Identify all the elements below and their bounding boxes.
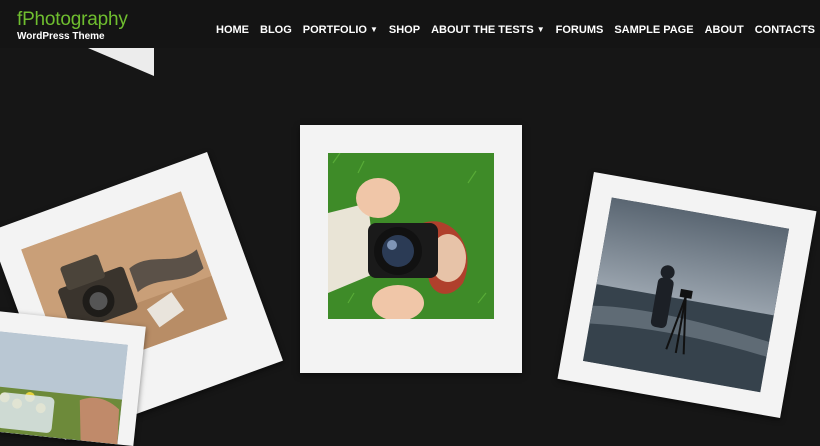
nav-label: PORTFOLIO [302,24,367,36]
nav-label: ABOUT THE TESTS [431,24,534,36]
nav-item-portfolio[interactable]: PORTFOLIO ▼ [303,24,378,36]
nav-item-forums[interactable]: FORUMS [556,24,604,36]
person-with-camera-photo [328,153,494,319]
nav-label: SHOP [388,24,421,36]
polaroid-person-with-camera[interactable] [300,125,522,373]
nav-label: BLOG [260,24,292,36]
nav-label: ABOUT [704,24,744,36]
nav-label: CONTACTS [754,24,815,36]
flowers-phone-photo [0,331,128,445]
chevron-down-icon: ▼ [536,24,545,34]
nav-item-contacts[interactable]: CONTACTS [755,24,815,36]
polaroid-photographer-beach[interactable] [557,171,817,419]
nav-label: HOME [216,24,249,36]
nav-item-sample-page[interactable]: SAMPLE PAGE [614,24,693,36]
nav-label: FORUMS [555,24,604,36]
nav-item-shop[interactable]: SHOP [389,24,420,36]
main-nav: HOME BLOG PORTFOLIO ▼ SHOP ABOUT THE TEST… [216,24,815,36]
site-title[interactable]: fPhotography [17,9,128,31]
site-tagline: WordPress Theme [17,31,105,42]
nav-item-home[interactable]: HOME [216,24,249,36]
nav-item-blog[interactable]: BLOG [260,24,292,36]
nav-item-about[interactable]: ABOUT [705,24,744,36]
polaroid-flowers[interactable] [0,309,146,446]
chevron-down-icon: ▼ [369,24,378,34]
photographer-on-beach-photo [582,197,790,393]
paper-corner-decoration [88,48,154,76]
nav-label: SAMPLE PAGE [614,24,694,36]
nav-item-about-the-tests[interactable]: ABOUT THE TESTS ▼ [431,24,545,36]
site-header: fPhotography WordPress Theme HOME BLOG P… [0,0,820,48]
